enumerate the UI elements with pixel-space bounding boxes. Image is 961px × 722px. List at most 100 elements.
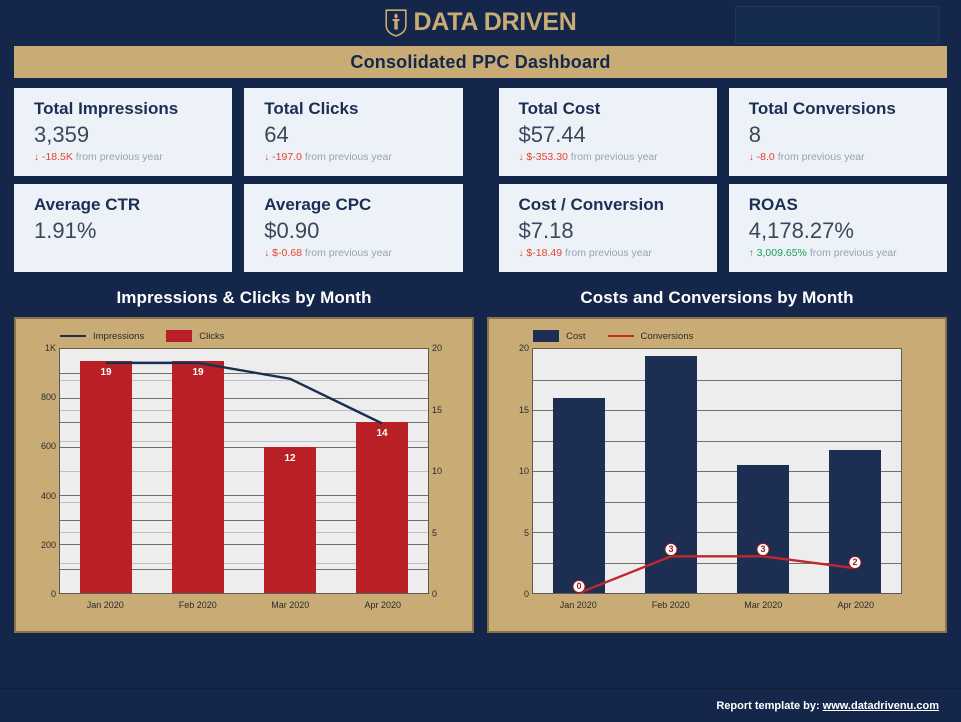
kpi-delta-suffix: from previous year (75, 151, 163, 163)
y-tick: 20 (518, 343, 529, 353)
y-tick: 400 (40, 490, 56, 501)
chart-legend: Impressions Clicks (26, 327, 462, 345)
plot-wrap: 0 200 400 600 800 1K 19 19 12 14 0 5 10 … (26, 343, 462, 620)
x-axis-labels: Jan 2020 Feb 2020 Mar 2020 Apr 2020 (532, 600, 902, 610)
kpi-delta: ↓ $-0.68 from previous year (264, 246, 462, 261)
chart-title: Impressions & Clicks by Month (116, 288, 372, 307)
legend-item-clicks[interactable]: Clicks (166, 330, 225, 342)
trend-down-icon: ↓ (518, 152, 524, 163)
legend-item-impressions[interactable]: Impressions (60, 331, 144, 342)
kpi-delta-amount: -8.0 (756, 151, 775, 163)
footer-link[interactable]: www.datadrivenu.com (823, 700, 939, 712)
legend-line-icon (60, 335, 86, 337)
y-tick: 0 (50, 589, 56, 599)
kpi-value: 8 (748, 122, 761, 147)
kpi-card-average-cpc[interactable]: Average CPC $0.90 ↓ $-0.68 from previous… (244, 184, 463, 272)
conversions-line-series (533, 349, 901, 593)
kpi-value: $7.18 (518, 218, 574, 243)
kpi-title: Total Cost (518, 99, 601, 118)
page-title: Consolidated PPC Dashboard (350, 51, 611, 72)
x-tick: Feb 2020 (651, 600, 690, 610)
trend-down-icon: ↓ (518, 248, 524, 259)
chart-panel: Impressions Clicks 0 200 400 600 800 1K (14, 317, 474, 633)
x-tick: Apr 2020 (837, 600, 875, 610)
legend-label: Impressions (93, 330, 145, 342)
kpi-card-average-ctr[interactable]: Average CTR 1.91% (14, 184, 233, 272)
legend-line-icon (607, 335, 634, 337)
kpi-card-total-conversions[interactable]: Total Conversions 8 ↓ -8.0 from previous… (728, 88, 947, 176)
kpi-value: $57.44 (518, 122, 586, 147)
y-tick: 800 (40, 392, 56, 403)
kpi-delta-suffix: from previous year (304, 247, 392, 259)
legend-item-conversions[interactable]: Conversions (607, 331, 693, 342)
x-tick: Jan 2020 (86, 600, 124, 610)
y-tick: 5 (432, 527, 438, 538)
kpi-delta: ↓ $-353.30 from previous year (519, 150, 717, 165)
chart-legend: Cost Conversions (499, 327, 935, 345)
y-tick: 10 (518, 466, 529, 476)
y-tick: 20 (432, 343, 443, 353)
x-tick: Mar 2020 (271, 600, 310, 610)
y-tick: 1K (44, 343, 56, 353)
x-tick: Jan 2020 (559, 600, 597, 610)
legend-label: Clicks (199, 330, 225, 342)
impressions-line-series (60, 349, 428, 593)
kpi-delta-amount: -197.0 (272, 151, 302, 163)
point-value-label: 3 (664, 543, 678, 557)
y-tick: 5 (523, 527, 529, 538)
trend-down-icon: ↓ (748, 152, 754, 163)
kpi-section: Total Impressions 3,359 ↓ -18.5K from pr… (14, 88, 947, 272)
trend-down-icon: ↓ (264, 152, 270, 163)
kpi-value: 3,359 (34, 122, 90, 147)
y-tick: 0 (523, 589, 529, 599)
kpi-delta: ↓ -18.5K from previous year (34, 150, 232, 165)
plot-area: 19 19 12 14 (59, 348, 429, 594)
y-tick: 10 (432, 466, 443, 476)
point-value-label: 3 (756, 543, 770, 557)
x-tick: Feb 2020 (178, 600, 217, 610)
kpi-card-total-clicks[interactable]: Total Clicks 64 ↓ -197.0 from previous y… (244, 88, 463, 176)
x-tick: Mar 2020 (744, 600, 783, 610)
header-placeholder-box (735, 6, 940, 44)
point-value-label: 0 (572, 580, 586, 593)
y-axis-left: 0 5 10 15 20 (499, 343, 529, 599)
kpi-title: Average CPC (264, 195, 372, 214)
kpi-card-cost-per-conversion[interactable]: Cost / Conversion $7.18 ↓ $-18.49 from p… (498, 184, 717, 272)
kpi-delta: ↑ 3,009.65% from previous year (749, 246, 947, 261)
chart-impressions-clicks: Impressions & Clicks by Month Impression… (14, 282, 474, 633)
chart-panel: Cost Conversions 0 5 10 15 20 0 3 3 2 Ja… (487, 317, 947, 633)
kpi-delta-amount: 3,009.65% (756, 247, 807, 259)
chart-title: Costs and Conversions by Month (580, 288, 854, 307)
footer: Report template by: www.datadrivenu.com (0, 688, 961, 722)
dashboard-page: DATA DRIVEN Consolidated PPC Dashboard T… (0, 0, 961, 722)
kpi-title: Average CTR (34, 195, 141, 214)
y-tick: 15 (432, 404, 443, 415)
brand-name: DATA DRIVEN (413, 8, 577, 36)
kpi-title: Total Conversions (748, 99, 896, 118)
x-tick: Apr 2020 (364, 600, 402, 610)
kpi-delta: ↓ -197.0 from previous year (264, 150, 462, 165)
kpi-value: 4,178.27% (748, 218, 854, 243)
kpi-row-divider (475, 88, 487, 176)
kpi-title: Total Clicks (264, 99, 359, 118)
kpi-delta-amount: $-18.49 (526, 247, 563, 259)
kpi-row-divider (475, 184, 487, 272)
kpi-card-roas[interactable]: ROAS 4,178.27% ↑ 3,009.65% from previous… (728, 184, 947, 272)
y-axis-left: 0 200 400 600 800 1K (26, 343, 56, 599)
kpi-delta-suffix: from previous year (809, 247, 897, 259)
kpi-card-total-cost[interactable]: Total Cost $57.44 ↓ $-353.30 from previo… (498, 88, 717, 176)
kpi-delta-suffix: from previous year (570, 151, 658, 163)
legend-item-cost[interactable]: Cost (533, 330, 586, 342)
charts-section: Impressions & Clicks by Month Impression… (14, 282, 947, 633)
kpi-value: $0.90 (264, 218, 320, 243)
kpi-delta: ↓ -8.0 from previous year (749, 150, 947, 165)
legend-label: Cost (566, 330, 586, 342)
kpi-card-total-impressions[interactable]: Total Impressions 3,359 ↓ -18.5K from pr… (14, 88, 233, 176)
legend-swatch-icon (533, 330, 559, 342)
kpi-row-1: Total Impressions 3,359 ↓ -18.5K from pr… (14, 88, 947, 176)
footer-label: Report template by: (716, 699, 820, 712)
kpi-delta-amount: -18.5K (41, 151, 73, 163)
y-axis-right: 0 5 10 15 20 (432, 343, 462, 599)
kpi-delta-amount: $-353.30 (526, 151, 568, 163)
kpi-delta-suffix: from previous year (304, 151, 392, 163)
